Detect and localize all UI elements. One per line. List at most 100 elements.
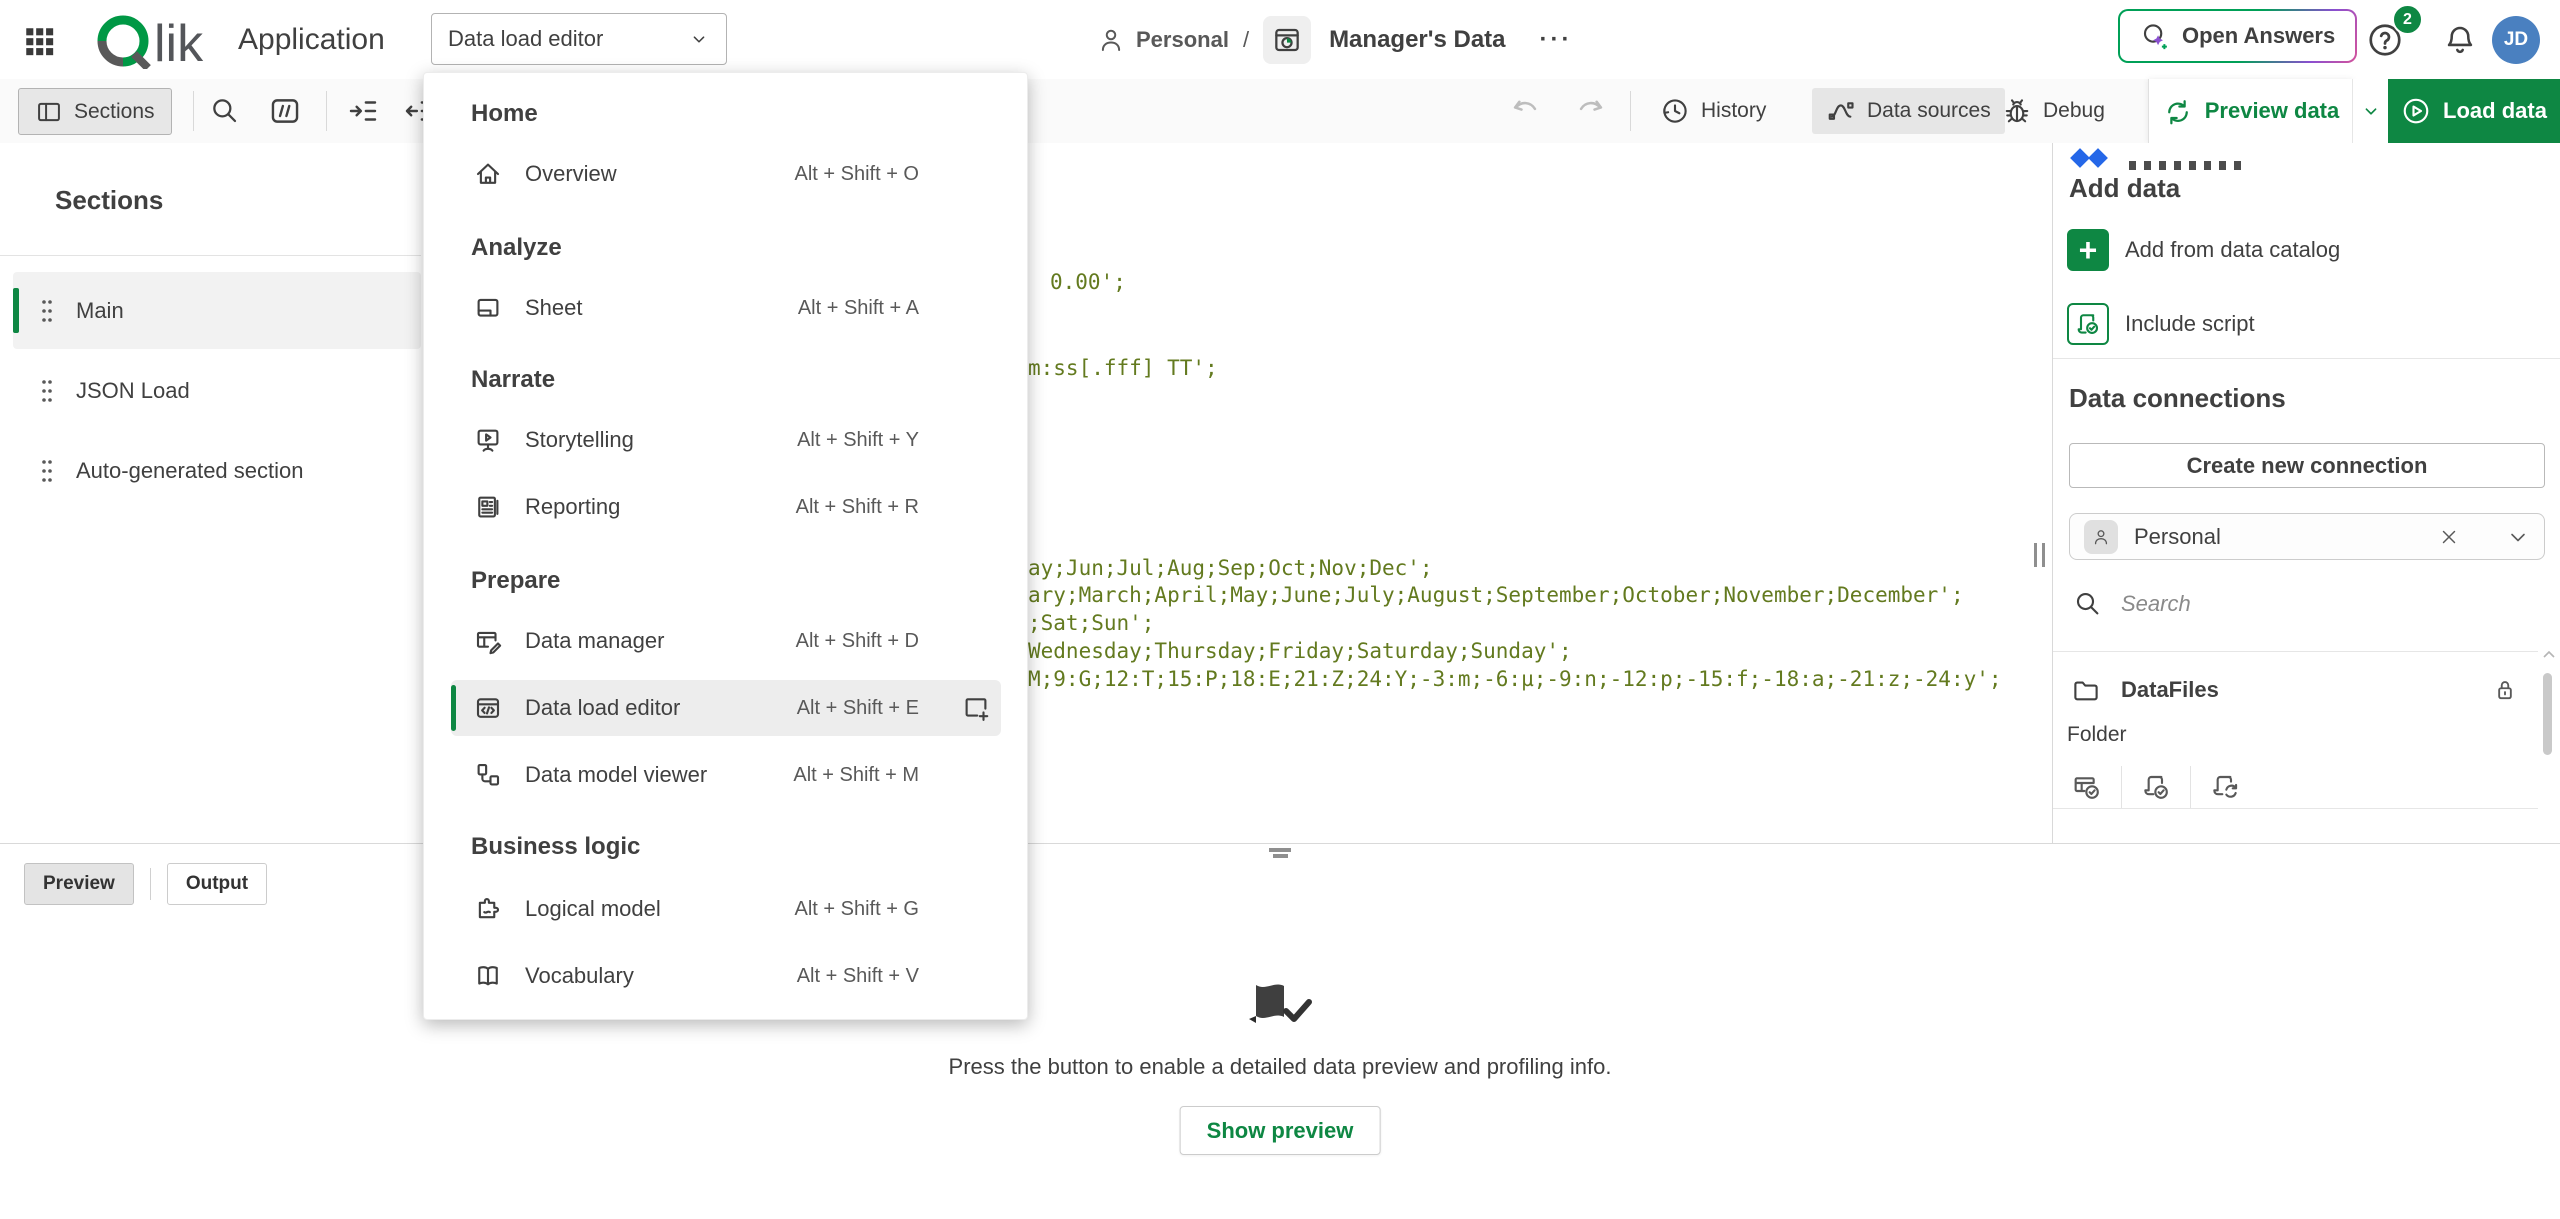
sidebar-panel-icon: [35, 98, 63, 126]
open-in-new-tab-icon[interactable]: [959, 691, 993, 725]
script-check-illustration-icon: [1244, 979, 1316, 1035]
divider: [2053, 808, 2538, 809]
space-filter-value: Personal: [2134, 524, 2221, 550]
connections-search-input[interactable]: [2119, 590, 2423, 618]
scroll-up-arrow-icon[interactable]: [2542, 649, 2556, 659]
menu-item-logical-model[interactable]: Logical model Alt + Shift + G: [424, 881, 1027, 937]
drag-handle-icon[interactable]: [40, 378, 54, 404]
person-icon: [1096, 25, 1126, 55]
vocabulary-icon: [473, 961, 503, 991]
menu-section-header-business-logic: Business logic: [471, 832, 640, 862]
answers-sparkle-icon: [2140, 21, 2170, 51]
qlik-logo: lik: [92, 11, 228, 69]
tab-preview[interactable]: Preview: [24, 863, 134, 905]
connection-item-datafiles[interactable]: DataFiles: [2053, 665, 2538, 715]
breadcrumb-space[interactable]: Personal: [1136, 27, 1229, 53]
menu-item-data-manager[interactable]: Data manager Alt + Shift + D: [424, 613, 1027, 669]
tab-output[interactable]: Output: [167, 863, 267, 905]
select-data-icon[interactable]: [2063, 766, 2111, 808]
menu-item-storytelling[interactable]: Storytelling Alt + Shift + Y: [424, 412, 1027, 468]
chevron-down-icon: [688, 28, 710, 50]
include-script-button[interactable]: Include script: [2067, 303, 2255, 345]
history-button[interactable]: History: [1646, 88, 1780, 134]
section-item-json-load[interactable]: JSON Load: [13, 352, 421, 429]
divider: [0, 255, 421, 256]
indent-icon[interactable]: [344, 92, 382, 130]
debug-button[interactable]: Debug: [1988, 88, 2119, 134]
sections-panel-toggle-button[interactable]: Sections: [18, 88, 172, 135]
reporting-icon: [473, 492, 503, 522]
data-connections-title: Data connections: [2069, 383, 2286, 414]
show-preview-button[interactable]: Show preview: [1180, 1106, 1381, 1155]
logical-model-icon: [473, 894, 503, 924]
app-launcher-grid-icon[interactable]: [22, 24, 56, 58]
panel-split-resize-handle[interactable]: [1269, 848, 1291, 858]
right-panel-resize-handle[interactable]: [2034, 543, 2045, 567]
view-selector-dropdown[interactable]: Data load editor: [431, 13, 727, 65]
preview-data-button[interactable]: Preview data: [2148, 79, 2353, 143]
insert-script-icon[interactable]: [2132, 766, 2180, 808]
code-line: m:ss[.fff] TT';: [1028, 356, 1218, 380]
menu-item-data-model-viewer[interactable]: Data model viewer Alt + Shift + M: [424, 747, 1027, 803]
person-icon: [2084, 520, 2118, 554]
create-new-connection-button[interactable]: Create new connection: [2069, 443, 2545, 488]
code-line: ay;Jun;Jul;Aug;Sep;Oct;Nov;Dec';: [1028, 556, 1433, 580]
connection-actions: [2053, 766, 2259, 808]
section-item-main[interactable]: Main: [13, 272, 421, 349]
sections-panel: Sections Main JSON Load Auto-generated s…: [0, 143, 422, 843]
section-item-auto-generated[interactable]: Auto-generated section: [13, 432, 421, 509]
app-options-menu-button[interactable]: ···: [1540, 26, 1573, 54]
preview-options-chevron-button[interactable]: [2352, 79, 2389, 143]
breadcrumb-separator: /: [1243, 27, 1249, 53]
chevron-down-icon[interactable]: [2506, 525, 2530, 549]
debug-label: Debug: [2043, 99, 2105, 123]
search-icon[interactable]: [206, 92, 244, 130]
load-data-label: Load data: [2443, 98, 2547, 124]
add-from-data-catalog-button[interactable]: + Add from data catalog: [2067, 229, 2340, 271]
edit-connection-icon[interactable]: [2201, 766, 2249, 808]
breadcrumb-app-name[interactable]: Manager's Data: [1329, 26, 1505, 54]
redo-icon[interactable]: [1572, 92, 1610, 130]
open-answers-button[interactable]: Open Answers: [2118, 9, 2357, 63]
menu-item-sheet[interactable]: Sheet Alt + Shift + A: [424, 280, 1027, 336]
drag-handle-icon[interactable]: [40, 458, 54, 484]
connection-name: DataFiles: [2121, 677, 2219, 703]
toolbar-divider: [326, 91, 327, 131]
drag-handle-icon[interactable]: [40, 298, 54, 324]
menu-section-header-home: Home: [471, 99, 538, 129]
undo-icon[interactable]: [1506, 92, 1544, 130]
include-script-icon: [2067, 303, 2109, 345]
add-data-title: Add data: [2069, 173, 2180, 204]
connections-search: [2073, 589, 2423, 619]
sections-panel-title: Sections: [55, 185, 163, 216]
app-type-label: Application: [238, 0, 385, 79]
lock-icon: [2491, 676, 2519, 704]
divider: [2053, 358, 2560, 359]
history-label: History: [1701, 99, 1766, 123]
load-data-button[interactable]: Load data: [2388, 79, 2560, 143]
space-filter-dropdown[interactable]: Personal: [2069, 513, 2545, 560]
connections-scrollbar[interactable]: [2543, 673, 2552, 755]
menu-item-data-load-editor[interactable]: Data load editor Alt + Shift + E: [424, 680, 1027, 736]
open-answers-label: Open Answers: [2182, 23, 2335, 49]
clear-filter-x-icon[interactable]: [2438, 526, 2460, 548]
data-sources-button[interactable]: Data sources: [1812, 88, 2005, 134]
view-selector-value: Data load editor: [448, 26, 603, 52]
preview-panel-tabs: Preview Output: [24, 863, 267, 905]
code-line: 0.00';: [1050, 270, 1126, 294]
editor-toolbar: Sections History: [0, 79, 2560, 144]
menu-item-vocabulary[interactable]: Vocabulary Alt + Shift + V: [424, 948, 1027, 1004]
menu-item-overview[interactable]: Overview Alt + Shift + O: [424, 146, 1027, 202]
clipped-connection-name: [2129, 161, 2247, 170]
comment-icon[interactable]: [266, 92, 304, 130]
connector-diamonds-icon: [2067, 147, 2111, 173]
app-icon: [1263, 16, 1311, 64]
section-item-label: JSON Load: [76, 378, 190, 404]
top-bar: lik Application Data load editor Persona…: [0, 0, 2560, 80]
user-avatar[interactable]: JD: [2492, 16, 2540, 64]
create-new-connection-label: Create new connection: [2187, 453, 2428, 479]
menu-item-reporting[interactable]: Reporting Alt + Shift + R: [424, 479, 1027, 535]
code-line: M;9:G;12:T;15:P;18:E;21:Z;24:Y;-3:m;-6:µ…: [1028, 667, 2002, 691]
notifications-bell-icon[interactable]: [2442, 22, 2478, 58]
code-line: ary;March;April;May;June;July;August;Sep…: [1028, 583, 1964, 607]
